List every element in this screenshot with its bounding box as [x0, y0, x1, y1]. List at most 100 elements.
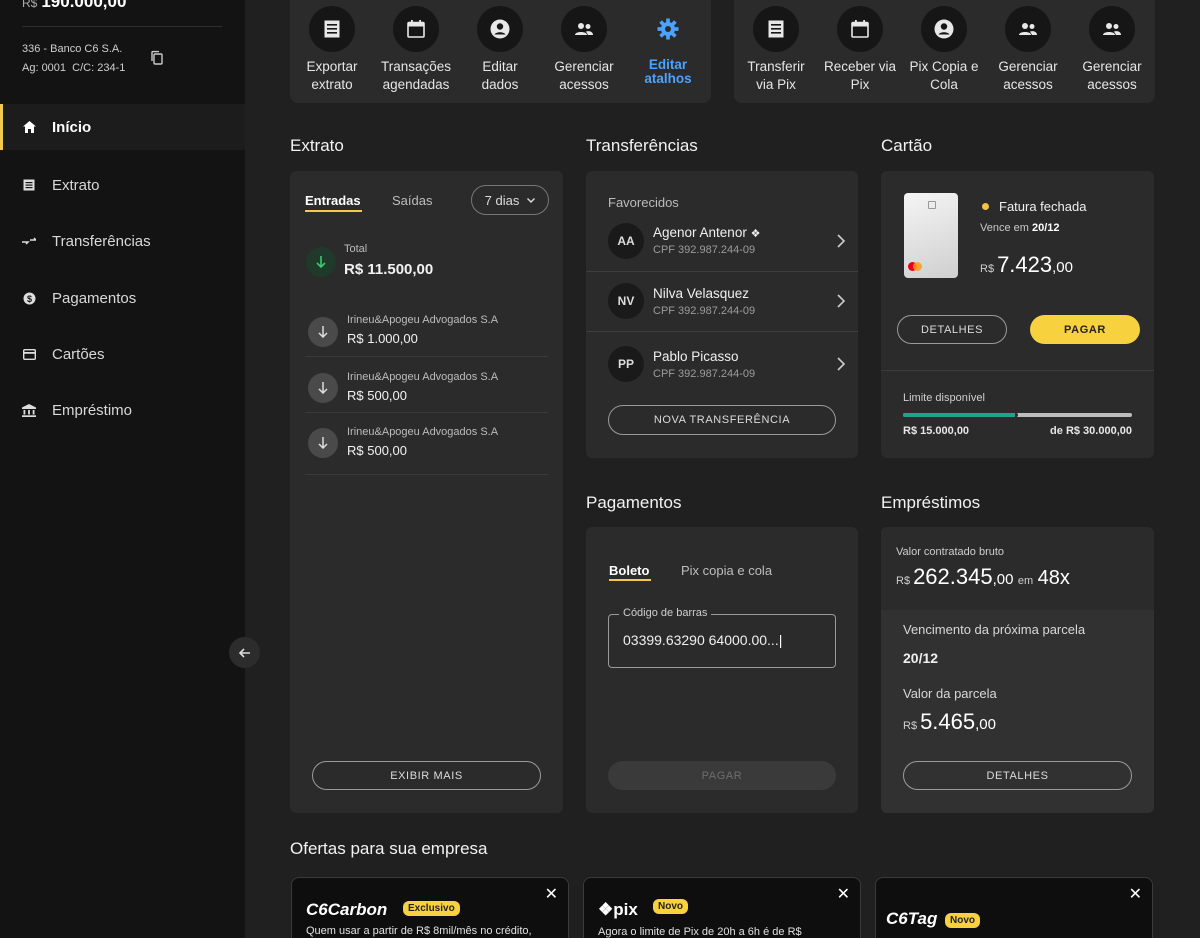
- pagar-button[interactable]: PAGAR: [1030, 315, 1140, 344]
- shortcut-transferir-pix[interactable]: Transferir via Pix: [734, 6, 818, 94]
- shortcut-label: Cola: [930, 77, 958, 92]
- tab-boleto[interactable]: Boleto: [609, 563, 649, 578]
- barcode-field-label: Código de barras: [619, 607, 712, 619]
- sidebar-item-label: Empréstimo: [52, 401, 133, 419]
- sidebar-item-cartoes[interactable]: Cartões: [0, 331, 245, 377]
- arrow-down-icon: [308, 428, 338, 458]
- next-due-value: 20/12: [903, 650, 939, 666]
- offer-card-pix[interactable]: ❖pix Novo ✕ Agora o limite de Pix de 20h…: [583, 877, 861, 938]
- favorite-cpf: CPF 392.987.244-09: [653, 368, 756, 380]
- document-icon: [309, 6, 355, 52]
- people-icon: [1089, 6, 1135, 52]
- sidebar-item-emprestimo[interactable]: Empréstimo: [0, 387, 245, 433]
- period-select[interactable]: 7 dias: [471, 185, 549, 215]
- shortcut-gerenciar-acessos[interactable]: Gerenciar acessos: [1070, 6, 1154, 94]
- arrow-down-icon: [306, 247, 336, 277]
- copy-icon[interactable]: [150, 50, 164, 66]
- shortcut-label: via Pix: [756, 77, 796, 92]
- amount-int: 7.423: [997, 252, 1053, 277]
- loan-detalhes-button[interactable]: DETALHES: [903, 761, 1132, 790]
- arrow-down-icon: [308, 373, 338, 403]
- diamond-icon: ❖: [750, 228, 761, 240]
- sidebar-item-transferencias[interactable]: Transferências: [0, 218, 245, 264]
- shortcut-label: Transferir: [747, 59, 805, 74]
- nova-transferencia-button[interactable]: NOVA TRANSFERÊNCIA: [608, 405, 836, 435]
- shortcut-editar-atalhos[interactable]: Editar atalhos: [626, 6, 710, 88]
- tab-entradas[interactable]: Entradas: [305, 193, 361, 208]
- offer-brand: C6Carbon: [306, 900, 388, 919]
- ofertas-title: Ofertas para sua empresa: [290, 839, 488, 858]
- shortcut-label: dados: [481, 77, 519, 92]
- in-word: em: [1017, 575, 1034, 587]
- close-icon[interactable]: ✕: [837, 884, 850, 904]
- account-icon: [921, 6, 967, 52]
- shortcut-exportar-extrato[interactable]: Exportar extrato: [290, 6, 374, 94]
- entry-value: R$ 500,00: [347, 388, 407, 403]
- offer-badge: Exclusivo: [403, 901, 460, 916]
- barcode-field[interactable]: Código de barras 03399.63290 64000.00...…: [608, 607, 836, 668]
- amount-dec: ,00: [1052, 259, 1073, 276]
- avatar: AA: [608, 223, 644, 259]
- invoice-status: Fatura fechada: [999, 199, 1087, 214]
- shortcut-label: Pix Copia e: [909, 59, 979, 74]
- shortcut-label: Exportar: [306, 59, 358, 74]
- transferencias-card: Favorecidos AA Agenor Antenor ❖ CPF 392.…: [586, 171, 858, 458]
- offer-text: Agora o limite de Pix de 20h a 6h é de R…: [598, 926, 802, 938]
- offer-brand-text: pix: [613, 900, 638, 919]
- statement-icon: [22, 178, 36, 192]
- favorite-row[interactable]: PP Pablo Picasso CPF 392.987.244-09: [586, 334, 858, 394]
- limit-progress-bar: [903, 413, 1132, 417]
- collapse-sidebar-button[interactable]: [229, 637, 260, 668]
- detalhes-button[interactable]: DETALHES: [897, 315, 1007, 344]
- tab-pix-copia-cola[interactable]: Pix copia e cola: [681, 563, 772, 578]
- offer-card-c6tag[interactable]: C6Tag Novo ✕: [875, 877, 1153, 938]
- shortcut-gerenciar-acessos[interactable]: Gerenciar acessos: [986, 6, 1070, 94]
- shortcut-transacoes-agendadas[interactable]: Transações agendadas: [374, 6, 458, 94]
- offer-card-c6carbon[interactable]: C6Carbon Exclusivo ✕ Quem usar a partir …: [291, 877, 569, 938]
- amount-int: 5.465: [920, 709, 976, 734]
- invoice-due: Vence em 20/12: [980, 222, 1060, 234]
- sidebar-item-pagamentos[interactable]: $ Pagamentos: [0, 275, 245, 321]
- calendar-icon: [837, 6, 883, 52]
- shortcut-receber-pix[interactable]: Receber via Pix: [818, 6, 902, 94]
- tab-saidas[interactable]: Saídas: [392, 193, 432, 208]
- people-icon: [1005, 6, 1051, 52]
- balance-value: 190.000,00: [41, 0, 127, 11]
- sidebar-item-inicio[interactable]: Início: [0, 104, 245, 150]
- barcode-field-value: 03399.63290 64000.00...|: [623, 632, 782, 648]
- favorite-row[interactable]: AA Agenor Antenor ❖ CPF 392.987.244-09: [586, 211, 858, 271]
- active-tab-indicator: [609, 579, 651, 581]
- exibir-mais-button[interactable]: EXIBIR MAIS: [312, 761, 541, 790]
- transfer-icon: [22, 234, 36, 248]
- favorite-row[interactable]: NV Nilva Velasquez CPF 392.987.244-09: [586, 271, 858, 331]
- shortcut-editar-dados[interactable]: Editar dados: [458, 6, 542, 94]
- active-tab-indicator: [305, 210, 362, 212]
- close-icon[interactable]: ✕: [1129, 884, 1142, 904]
- close-icon[interactable]: ✕: [545, 884, 558, 904]
- shortcut-gerenciar-acessos[interactable]: Gerenciar acessos: [542, 6, 626, 94]
- installment-label: Valor da parcela: [903, 686, 997, 701]
- shortcut-pix-copia-cola[interactable]: Pix Copia e Cola: [902, 6, 986, 94]
- divider: [881, 370, 1154, 371]
- sidebar-item-label: Extrato: [52, 176, 100, 194]
- bank-account-line: Ag: 0001 C/C: 234-1: [22, 62, 125, 74]
- limit-available: R$ 15.000,00: [903, 425, 970, 437]
- chevron-down-icon: [527, 197, 536, 203]
- credit-card-image: [904, 193, 958, 278]
- amount-dec: ,00: [975, 716, 996, 733]
- card-icon: [22, 347, 36, 361]
- total-value: R$ 11.500,00: [344, 261, 434, 278]
- shortcut-label: Pix: [850, 77, 870, 92]
- offer-brand: C6Tag: [886, 909, 938, 928]
- shortcut-label: acessos: [1003, 77, 1053, 92]
- favorite-name: Nilva Velasquez: [653, 286, 750, 301]
- sidebar-item-extrato[interactable]: Extrato: [0, 162, 245, 208]
- shortcuts-panel-right: Transferir via Pix Receber via Pix Pix C…: [734, 0, 1155, 103]
- account-icon: [477, 6, 523, 52]
- sidebar-item-label: Transferências: [52, 232, 151, 250]
- chevron-right-icon: [837, 294, 846, 308]
- entry-name: Irineu&Apogeu Advogados S.A: [347, 371, 499, 383]
- pagar-boleto-button[interactable]: PAGAR: [608, 761, 836, 790]
- pagamentos-title: Pagamentos: [586, 493, 682, 512]
- invoice-amount: R$ 7.423,00: [980, 252, 1073, 278]
